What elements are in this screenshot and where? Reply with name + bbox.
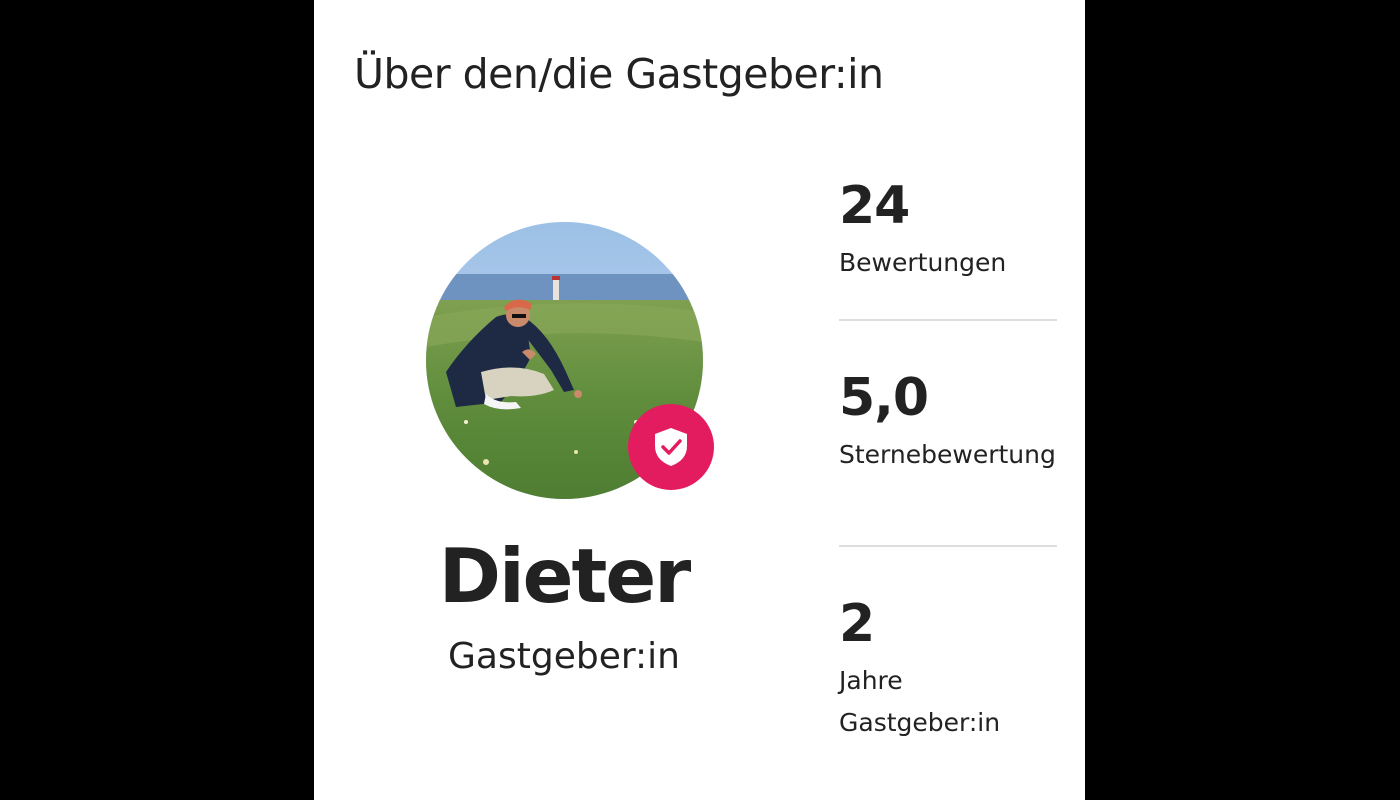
- stat-label: Sternebewertung: [839, 440, 1056, 469]
- stat-label: Jahre Gastgeber:in: [839, 666, 1001, 737]
- verified-badge: [628, 404, 714, 490]
- host-info-card: Über den/die Gastgeber:in Dieter Gastgeb…: [314, 0, 1085, 800]
- screen: Über den/die Gastgeber:in Dieter Gastgeb…: [0, 0, 1400, 800]
- section-title: Über den/die Gastgeber:in: [354, 50, 884, 98]
- stat-rating: 5,0 Sternebewertung: [839, 372, 1057, 476]
- stat-value: 24: [839, 176, 910, 236]
- stat-divider: [839, 319, 1057, 321]
- stat-reviews: 24 Bewertungen: [839, 180, 1057, 284]
- host-avatar[interactable]: [426, 222, 714, 499]
- host-role: Gastgeber:in: [448, 636, 680, 677]
- host-name: Dieter: [438, 532, 692, 620]
- shield-check-icon: [655, 428, 687, 466]
- stat-value: 2: [839, 594, 875, 654]
- stat-label: Bewertungen: [839, 248, 1007, 277]
- stat-divider: [839, 545, 1057, 547]
- stat-value: 5,0: [839, 368, 929, 428]
- stat-years-hosting: 2 Jahre Gastgeber:in: [839, 598, 1057, 744]
